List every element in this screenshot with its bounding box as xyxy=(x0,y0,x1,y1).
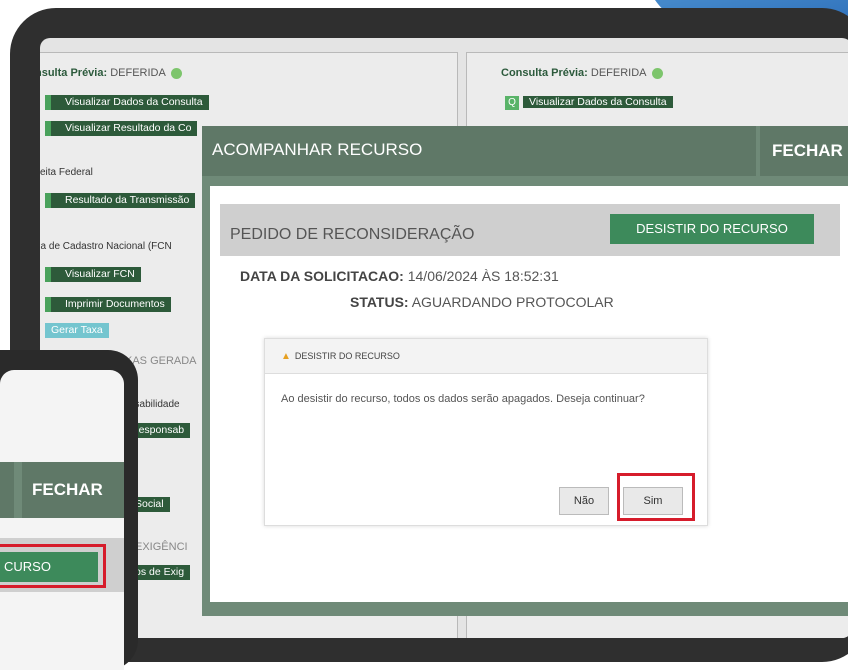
dialog-header: ▲ DESISTIR DO RECURSO xyxy=(265,339,707,374)
request-date-label: DATA DA SOLICITACAO: xyxy=(240,268,404,284)
section-requirements: EXIGÊNCI xyxy=(135,541,188,553)
view-fcn-button[interactable]: Visualizar FCN xyxy=(45,267,141,282)
phone-screen: FECHAR CURSO xyxy=(0,370,124,670)
status-ok-icon xyxy=(171,67,183,79)
print-documents-button[interactable]: Imprimir Documentos xyxy=(45,297,171,312)
prior-consult-value-right: DEFERIDA xyxy=(590,67,646,79)
request-title: PEDIDO DE RECONSIDERAÇÃO xyxy=(230,226,475,243)
warning-icon: ▲ xyxy=(281,351,291,362)
dialog-message: Ao desistir do recurso, todos os dados s… xyxy=(281,393,645,405)
request-date-value: 14/06/2024 ÀS 18:52:31 xyxy=(407,268,559,284)
modal-title: ACOMPANHAR RECURSO xyxy=(212,140,423,159)
prior-consult-status: nsulta Prévia: DEFERIDA xyxy=(40,67,183,79)
request-status: STATUS: AGUARDANDO PROTOCOLAR xyxy=(350,294,614,310)
prior-consult-label: nsulta Prévia: xyxy=(40,67,108,79)
phone-close-button[interactable]: FECHAR xyxy=(22,462,124,518)
prior-consult-label-right: Consulta Prévia: xyxy=(501,67,588,79)
view-consult-data-button-right[interactable]: Q Visualizar Dados da Consulta xyxy=(505,95,673,110)
phone-header-fragment xyxy=(0,462,14,518)
dialog-title-text: DESISTIR DO RECURSO xyxy=(294,351,400,361)
search-icon: Q xyxy=(505,96,519,110)
modal-header: ACOMPANHAR RECURSO xyxy=(202,126,756,176)
phone-frame: FECHAR CURSO xyxy=(0,350,138,670)
view-consult-data-button[interactable]: Visualizar Dados da Consulta xyxy=(45,95,209,110)
no-button[interactable]: Não xyxy=(559,487,609,515)
confirm-dialog: ▲ DESISTIR DO RECURSO Ao desistir do recu… xyxy=(264,338,708,526)
section-fcn: ha de Cadastro Nacional (FCN xyxy=(40,241,172,252)
dialog-title: ▲ DESISTIR DO RECURSO xyxy=(281,351,400,362)
modal-body: PEDIDO DE RECONSIDERAÇÃO DESISTIR DO REC… xyxy=(210,186,848,602)
follow-appeal-modal: ACOMPANHAR RECURSO FECHAR PEDIDO DE RECO… xyxy=(202,126,848,616)
view-consult-data-label: Visualizar Dados da Consulta xyxy=(523,96,673,108)
request-status-value: AGUARDANDO PROTOCOLAR xyxy=(411,294,614,310)
transmission-result-button[interactable]: Resultado da Transmissão xyxy=(45,193,196,208)
desist-appeal-button[interactable]: DESISTIR DO RECURSO xyxy=(610,214,814,244)
status-ok-icon xyxy=(651,67,663,79)
request-status-label: STATUS: xyxy=(350,294,409,310)
section-receita-federal: ceita Federal xyxy=(40,167,93,178)
tablet-screen: nsulta Prévia: DEFERIDA Visualizar Dados… xyxy=(40,38,848,638)
phone-highlight-box xyxy=(0,544,106,588)
section-fees: KAS GERADA xyxy=(125,355,197,367)
request-date: DATA DA SOLICITACAO: 14/06/2024 ÀS 18:52… xyxy=(240,268,559,284)
phone-request-header: CURSO xyxy=(0,538,124,592)
requirements-button[interactable]: os de Exig xyxy=(131,565,191,580)
generate-fee-button[interactable]: Gerar Taxa xyxy=(45,323,109,338)
highlight-box xyxy=(617,473,695,521)
phone-modal-header: FECHAR xyxy=(0,462,124,518)
prior-consult-status-right: Consulta Prévia: DEFERIDA xyxy=(501,67,663,79)
request-header: PEDIDO DE RECONSIDERAÇÃO DESISTIR DO REC… xyxy=(220,204,840,256)
close-button[interactable]: FECHAR xyxy=(760,126,848,176)
view-result-button[interactable]: Visualizar Resultado da Co xyxy=(45,121,198,136)
prior-consult-value: DEFERIDA xyxy=(110,67,166,79)
